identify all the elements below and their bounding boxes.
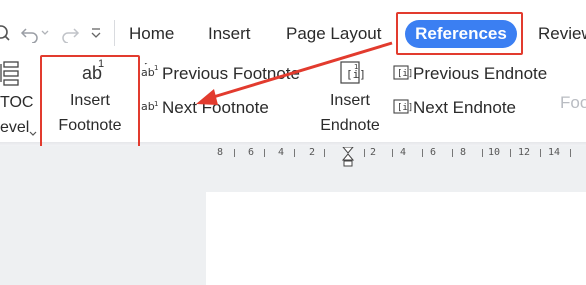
ruler-mark [422,149,423,157]
ruler-mark [294,149,295,157]
ruler-mark [264,149,265,157]
document-page[interactable] [206,192,586,285]
ruler-tick-label: 2 [309,147,316,158]
ruler-tick-label: 8 [217,147,224,158]
ruler-tick-label: 6 [430,147,437,158]
indent-marker-icon[interactable] [342,147,354,167]
ruler-tick-label: 10 [488,147,501,158]
ruler-mark [364,149,365,157]
ruler-tick-label: 4 [278,147,285,158]
ruler-mark [510,149,511,157]
ruler-mark [570,149,571,157]
ruler-tick-label: 12 [518,147,531,158]
ruler-mark [482,149,483,157]
ruler-mark [452,149,453,157]
ruler-tick-label: 8 [460,147,467,158]
ruler-tick-label: 14 [548,147,561,158]
ruler-tick-label: 2 [370,147,377,158]
ruler-mark [234,149,235,157]
ruler-mark [392,149,393,157]
ruler-tick-label: 4 [400,147,407,158]
ruler-tick-label: 6 [248,147,255,158]
ruler-mark [324,149,325,157]
ruler-mark [540,149,541,157]
ruler[interactable]: 8 6 4 2 2 4 6 8 10 12 14 [214,147,586,167]
